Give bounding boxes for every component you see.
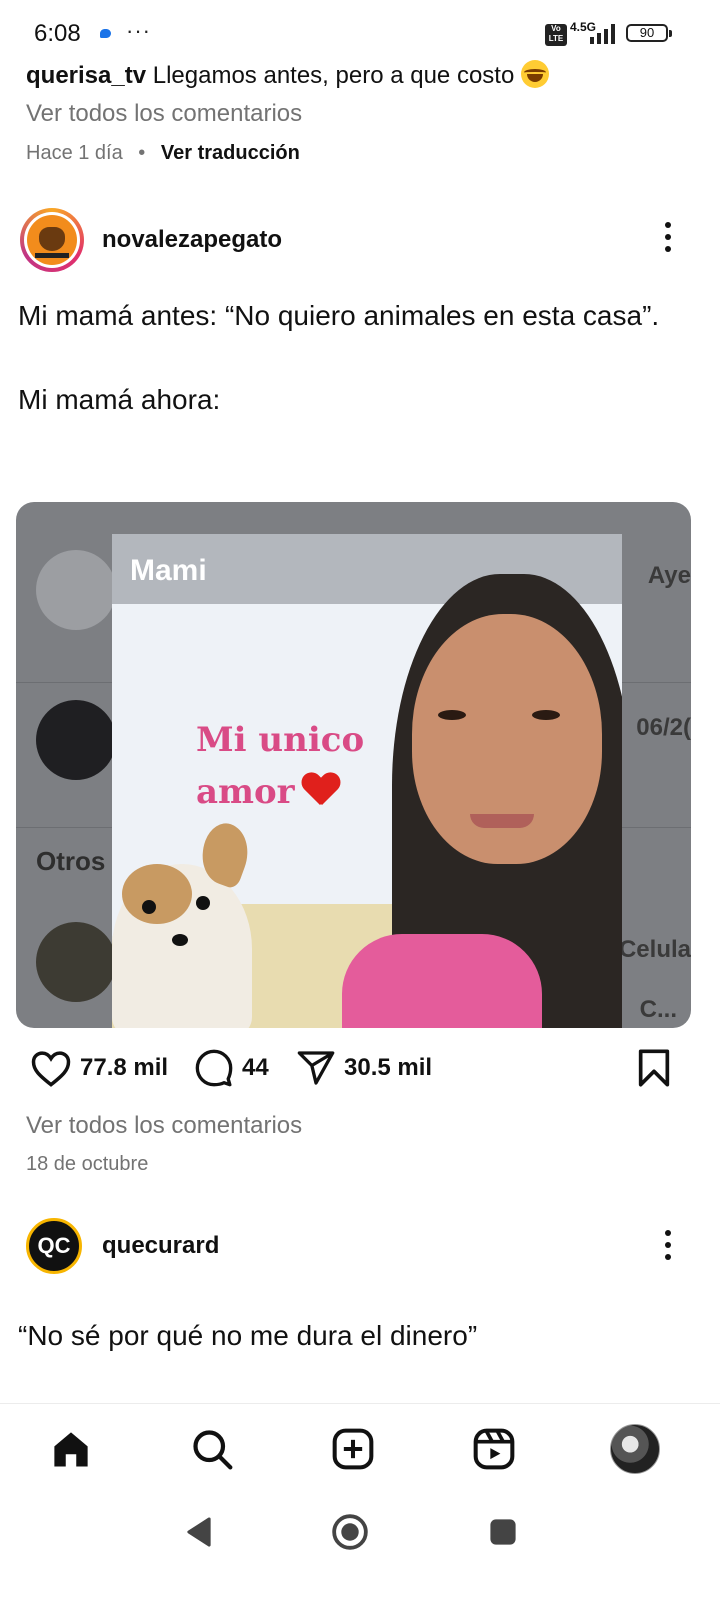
comment-icon <box>195 1049 233 1087</box>
profile-avatar <box>610 1424 660 1474</box>
reels-tab[interactable] <box>469 1424 519 1474</box>
post-image[interactable]: Otros Aye 06/2( Celula C... Mami Mi unic… <box>16 502 691 1028</box>
post-meta: Hace 1 día • Ver traducción <box>26 142 300 165</box>
profile-photo: Mami Mi unico amor <box>112 534 622 1028</box>
save-button[interactable] <box>636 1048 672 1088</box>
post-actions: 77.8 mil 44 30.5 mil <box>0 1044 720 1100</box>
share-count[interactable]: 30.5 mil <box>344 1054 432 1082</box>
bottom-nav <box>0 1403 720 1494</box>
home-circle-icon <box>332 1514 368 1550</box>
profile-tab[interactable] <box>610 1424 660 1474</box>
send-icon <box>297 1051 335 1085</box>
share-button[interactable]: 30.5 mil <box>296 1048 432 1088</box>
next-post-header: QC quecurard <box>0 1214 720 1284</box>
cat-logo-icon <box>27 215 77 265</box>
bg-text: C... <box>639 996 677 1023</box>
story-avatar[interactable] <box>20 208 84 272</box>
next-post-avatar[interactable]: QC <box>26 1218 82 1274</box>
home-button[interactable] <box>325 1507 375 1557</box>
see-translation-link[interactable]: Ver traducción <box>161 142 300 164</box>
add-post-icon <box>332 1428 374 1470</box>
contact-name: Mami <box>130 554 207 587</box>
view-all-comments-link[interactable]: Ver todos los comentarios <box>26 1112 302 1140</box>
laughing-emoji-icon <box>520 60 549 88</box>
comment-text: Llegamos antes, pero a que costo <box>152 62 515 89</box>
next-post-caption: “No sé por qué no me dura el dinero” <box>18 1320 478 1351</box>
overlay-line: Mi unico <box>196 720 365 760</box>
recents-icon <box>490 1519 516 1545</box>
back-icon <box>187 1517 211 1547</box>
like-count[interactable]: 77.8 mil <box>80 1054 168 1082</box>
more-notifications-indicator: ··· <box>126 18 151 43</box>
volte-icon: Vo LTE <box>545 24 567 46</box>
search-tab[interactable] <box>187 1424 237 1474</box>
more-options-icon[interactable] <box>664 222 672 256</box>
battery-icon: 90 <box>626 24 672 42</box>
bookmark-icon <box>638 1049 670 1087</box>
comment-button[interactable]: 44 <box>194 1048 269 1088</box>
post-header: novalezapegato <box>0 204 720 274</box>
recents-button[interactable] <box>478 1507 528 1557</box>
bg-section-label: Otros <box>36 846 106 876</box>
system-nav-bar <box>0 1493 720 1600</box>
status-bar: 6:08 ··· Vo LTE 4.5G 90 <box>0 0 720 64</box>
next-post-username[interactable]: quecurard <box>102 1232 219 1260</box>
home-icon <box>54 1432 88 1467</box>
post-date: 18 de octubre <box>26 1153 149 1175</box>
contact-avatar <box>36 922 116 1002</box>
signal-icon <box>590 24 615 44</box>
bg-text: 06/2( <box>636 714 691 741</box>
back-button[interactable] <box>174 1507 224 1557</box>
view-all-comments-link[interactable]: Ver todos los comentarios <box>26 100 302 128</box>
comment-count[interactable]: 44 <box>242 1054 269 1082</box>
post-caption: Mi mamá antes: “No quiero animales en es… <box>18 295 698 421</box>
caption-line: Mi mamá antes: “No quiero animales en es… <box>18 300 660 331</box>
post-time-ago: Hace 1 día <box>26 142 123 164</box>
overlay-line: amor <box>196 772 295 812</box>
home-tab[interactable] <box>46 1424 96 1474</box>
reels-icon <box>473 1428 515 1470</box>
heart-icon <box>31 1051 71 1087</box>
search-icon <box>193 1430 233 1470</box>
red-heart-icon <box>303 773 339 807</box>
create-tab[interactable] <box>328 1424 378 1474</box>
message-notification-icon <box>100 29 111 38</box>
contact-avatar <box>36 550 116 630</box>
status-time: 6:08 <box>34 20 81 47</box>
more-options-icon[interactable] <box>664 1230 672 1264</box>
caption-line: Mi mamá ahora: <box>18 384 221 415</box>
comment-username[interactable]: querisa_tv <box>26 62 146 89</box>
preview-comment[interactable]: querisa_tv Llegamos antes, pero a que co… <box>26 60 549 90</box>
meta-separator: • <box>138 142 146 164</box>
bg-text: Aye <box>647 562 691 589</box>
contact-avatar <box>36 700 116 780</box>
like-button[interactable]: 77.8 mil <box>30 1048 168 1088</box>
bg-text: Celula <box>618 936 691 963</box>
post-username[interactable]: novalezapegato <box>102 226 282 254</box>
overlay-text: Mi unico amor <box>196 714 364 818</box>
